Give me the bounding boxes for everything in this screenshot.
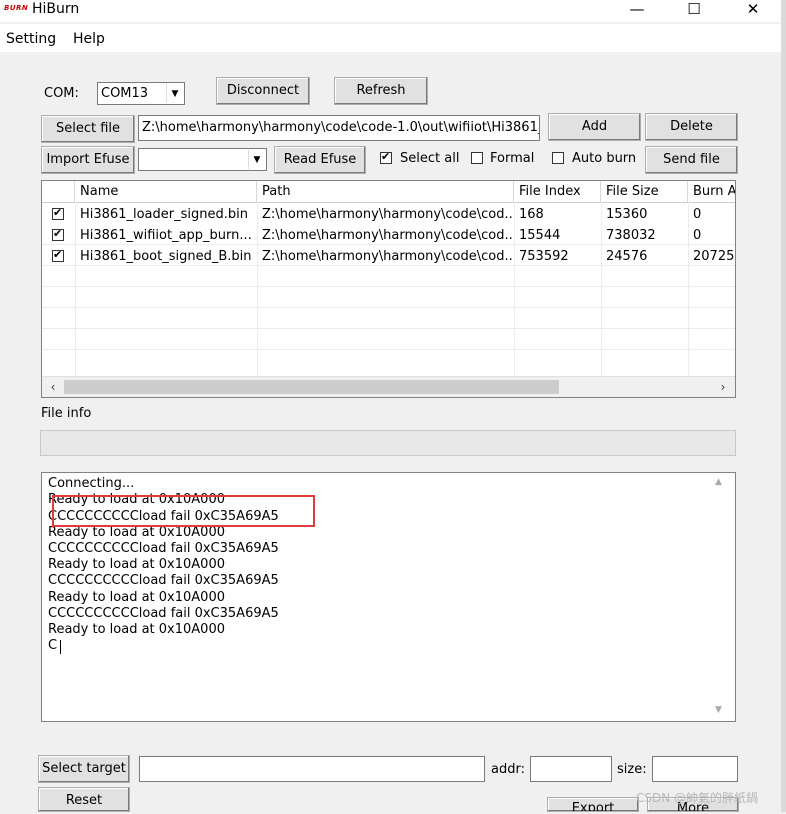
menu-setting[interactable]: Setting xyxy=(6,30,56,48)
auto-burn-label: Auto burn xyxy=(572,151,637,166)
addr-input[interactable] xyxy=(530,756,612,782)
row-checkbox[interactable] xyxy=(52,248,64,262)
menu-bar xyxy=(0,24,786,52)
com-select-value: COM13 xyxy=(101,86,149,101)
horizontal-scrollbar[interactable]: ‹ › xyxy=(42,376,735,397)
maximize-icon: ☐ xyxy=(687,0,701,18)
table-header: Name Path File Index File Size Burn A xyxy=(42,181,735,203)
formal-checkbox[interactable] xyxy=(471,152,483,164)
file-info-label: File info xyxy=(41,406,92,421)
file-table: Name Path File Index File Size Burn A Hi… xyxy=(41,180,736,398)
table-row[interactable]: Hi3861_boot_signed_B.bin Z:\home\harmony… xyxy=(42,246,735,267)
cell-burn-addr: 20725 xyxy=(693,249,735,264)
cell-file-index: 753592 xyxy=(519,249,569,264)
com-select[interactable]: COM13 ▼ xyxy=(97,82,185,105)
efuse-select[interactable]: ▼ xyxy=(138,148,267,171)
target-input[interactable] xyxy=(139,756,485,782)
select-target-button[interactable]: Select target xyxy=(38,755,130,783)
col-path[interactable]: Path xyxy=(257,181,514,202)
title-bar xyxy=(0,0,786,22)
cell-file-index: 168 xyxy=(519,207,544,222)
cell-path: Z:\home\harmony\harmony\code\cod... xyxy=(262,249,514,264)
col-name[interactable]: Name xyxy=(75,181,257,202)
scroll-up-icon[interactable]: ▲ xyxy=(715,477,722,487)
com-label: COM: xyxy=(44,86,79,101)
addr-label: addr: xyxy=(491,762,525,777)
cell-path: Z:\home\harmony\harmony\code\cod... xyxy=(262,207,514,222)
cell-file-size: 15360 xyxy=(606,207,648,222)
scroll-left-icon[interactable]: ‹ xyxy=(44,378,62,396)
select-all-label: Select all xyxy=(400,151,460,166)
log-line: CCCCCCCCCCload fail 0xC35A69A5 xyxy=(48,606,279,621)
scrollbar-thumb[interactable] xyxy=(64,380,559,394)
col-file-index[interactable]: File Index xyxy=(514,181,601,202)
scroll-down-icon[interactable]: ▼ xyxy=(715,705,722,715)
size-label: size: xyxy=(617,762,647,777)
chevron-down-icon: ▼ xyxy=(166,84,183,103)
col-check[interactable] xyxy=(42,181,75,202)
col-burn-addr[interactable]: Burn A xyxy=(688,181,735,202)
refresh-button[interactable]: Refresh xyxy=(334,77,428,105)
log-line: Ready to load at 0x10A000 xyxy=(48,622,225,637)
text-cursor xyxy=(60,640,61,654)
select-file-button[interactable]: Select file xyxy=(41,115,135,143)
disconnect-button[interactable]: Disconnect xyxy=(216,77,310,105)
cell-path: Z:\home\harmony\harmony\code\cod... xyxy=(262,228,514,243)
cell-burn-addr: 0 xyxy=(693,207,702,222)
maximize-button[interactable]: ☐ xyxy=(671,0,717,20)
highlight-annotation xyxy=(52,495,315,527)
cell-name: Hi3861_loader_signed.bin xyxy=(80,207,248,222)
cell-file-size: 738032 xyxy=(606,228,656,243)
import-efuse-button[interactable]: Import Efuse xyxy=(41,146,135,174)
app-logo: BURN xyxy=(4,4,29,12)
minimize-button[interactable]: — xyxy=(614,0,660,20)
reset-button[interactable]: Reset xyxy=(38,787,130,812)
row-checkbox[interactable] xyxy=(52,227,64,241)
cell-name: Hi3861_boot_signed_B.bin xyxy=(80,249,252,264)
close-button[interactable]: ✕ xyxy=(730,0,776,20)
window-edge xyxy=(781,0,786,812)
log-line: Connecting... xyxy=(48,476,135,491)
size-input[interactable] xyxy=(652,756,738,782)
window-title: HiBurn xyxy=(32,1,80,17)
table-row[interactable]: Hi3861_loader_signed.bin Z:\home\harmony… xyxy=(42,204,735,225)
log-line: C xyxy=(48,638,58,653)
select-all-checkbox[interactable] xyxy=(380,150,392,164)
col-file-size[interactable]: File Size xyxy=(601,181,688,202)
row-checkbox[interactable] xyxy=(52,206,64,220)
minimize-icon: — xyxy=(629,0,645,18)
cell-burn-addr: 0 xyxy=(693,228,702,243)
export-button[interactable]: Export xyxy=(547,797,639,812)
log-line: Ready to load at 0x10A000 xyxy=(48,590,225,605)
chevron-down-icon: ▼ xyxy=(248,150,265,169)
file-info-field xyxy=(40,430,736,456)
read-efuse-button[interactable]: Read Efuse xyxy=(274,146,366,174)
grid-line xyxy=(42,328,735,329)
grid-line xyxy=(42,286,735,287)
log-line: CCCCCCCCCCload fail 0xC35A69A5 xyxy=(48,573,279,588)
file-path-input[interactable]: Z:\home\harmony\harmony\code\code-1.0\ou… xyxy=(138,115,540,141)
auto-burn-checkbox[interactable] xyxy=(552,152,564,164)
cell-file-index: 15544 xyxy=(519,228,561,243)
watermark: CSDN @帥氣的胖紙鍋 xyxy=(636,791,759,805)
cell-name: Hi3861_wifiiot_app_burn... xyxy=(80,228,252,243)
send-file-button[interactable]: Send file xyxy=(645,146,738,174)
scroll-right-icon[interactable]: › xyxy=(714,378,732,396)
table-row[interactable]: Hi3861_wifiiot_app_burn... Z:\home\harmo… xyxy=(42,225,735,246)
menu-help[interactable]: Help xyxy=(73,30,105,48)
cell-file-size: 24576 xyxy=(606,249,648,264)
grid-line xyxy=(42,307,735,308)
log-line: Ready to load at 0x10A000 xyxy=(48,525,225,540)
close-icon: ✕ xyxy=(746,0,760,18)
log-line: CCCCCCCCCCload fail 0xC35A69A5 xyxy=(48,541,279,556)
grid-line xyxy=(42,349,735,350)
delete-button[interactable]: Delete xyxy=(645,113,738,141)
add-button[interactable]: Add xyxy=(548,113,641,141)
log-line: Ready to load at 0x10A000 xyxy=(48,557,225,572)
formal-label: Formal xyxy=(490,151,535,166)
